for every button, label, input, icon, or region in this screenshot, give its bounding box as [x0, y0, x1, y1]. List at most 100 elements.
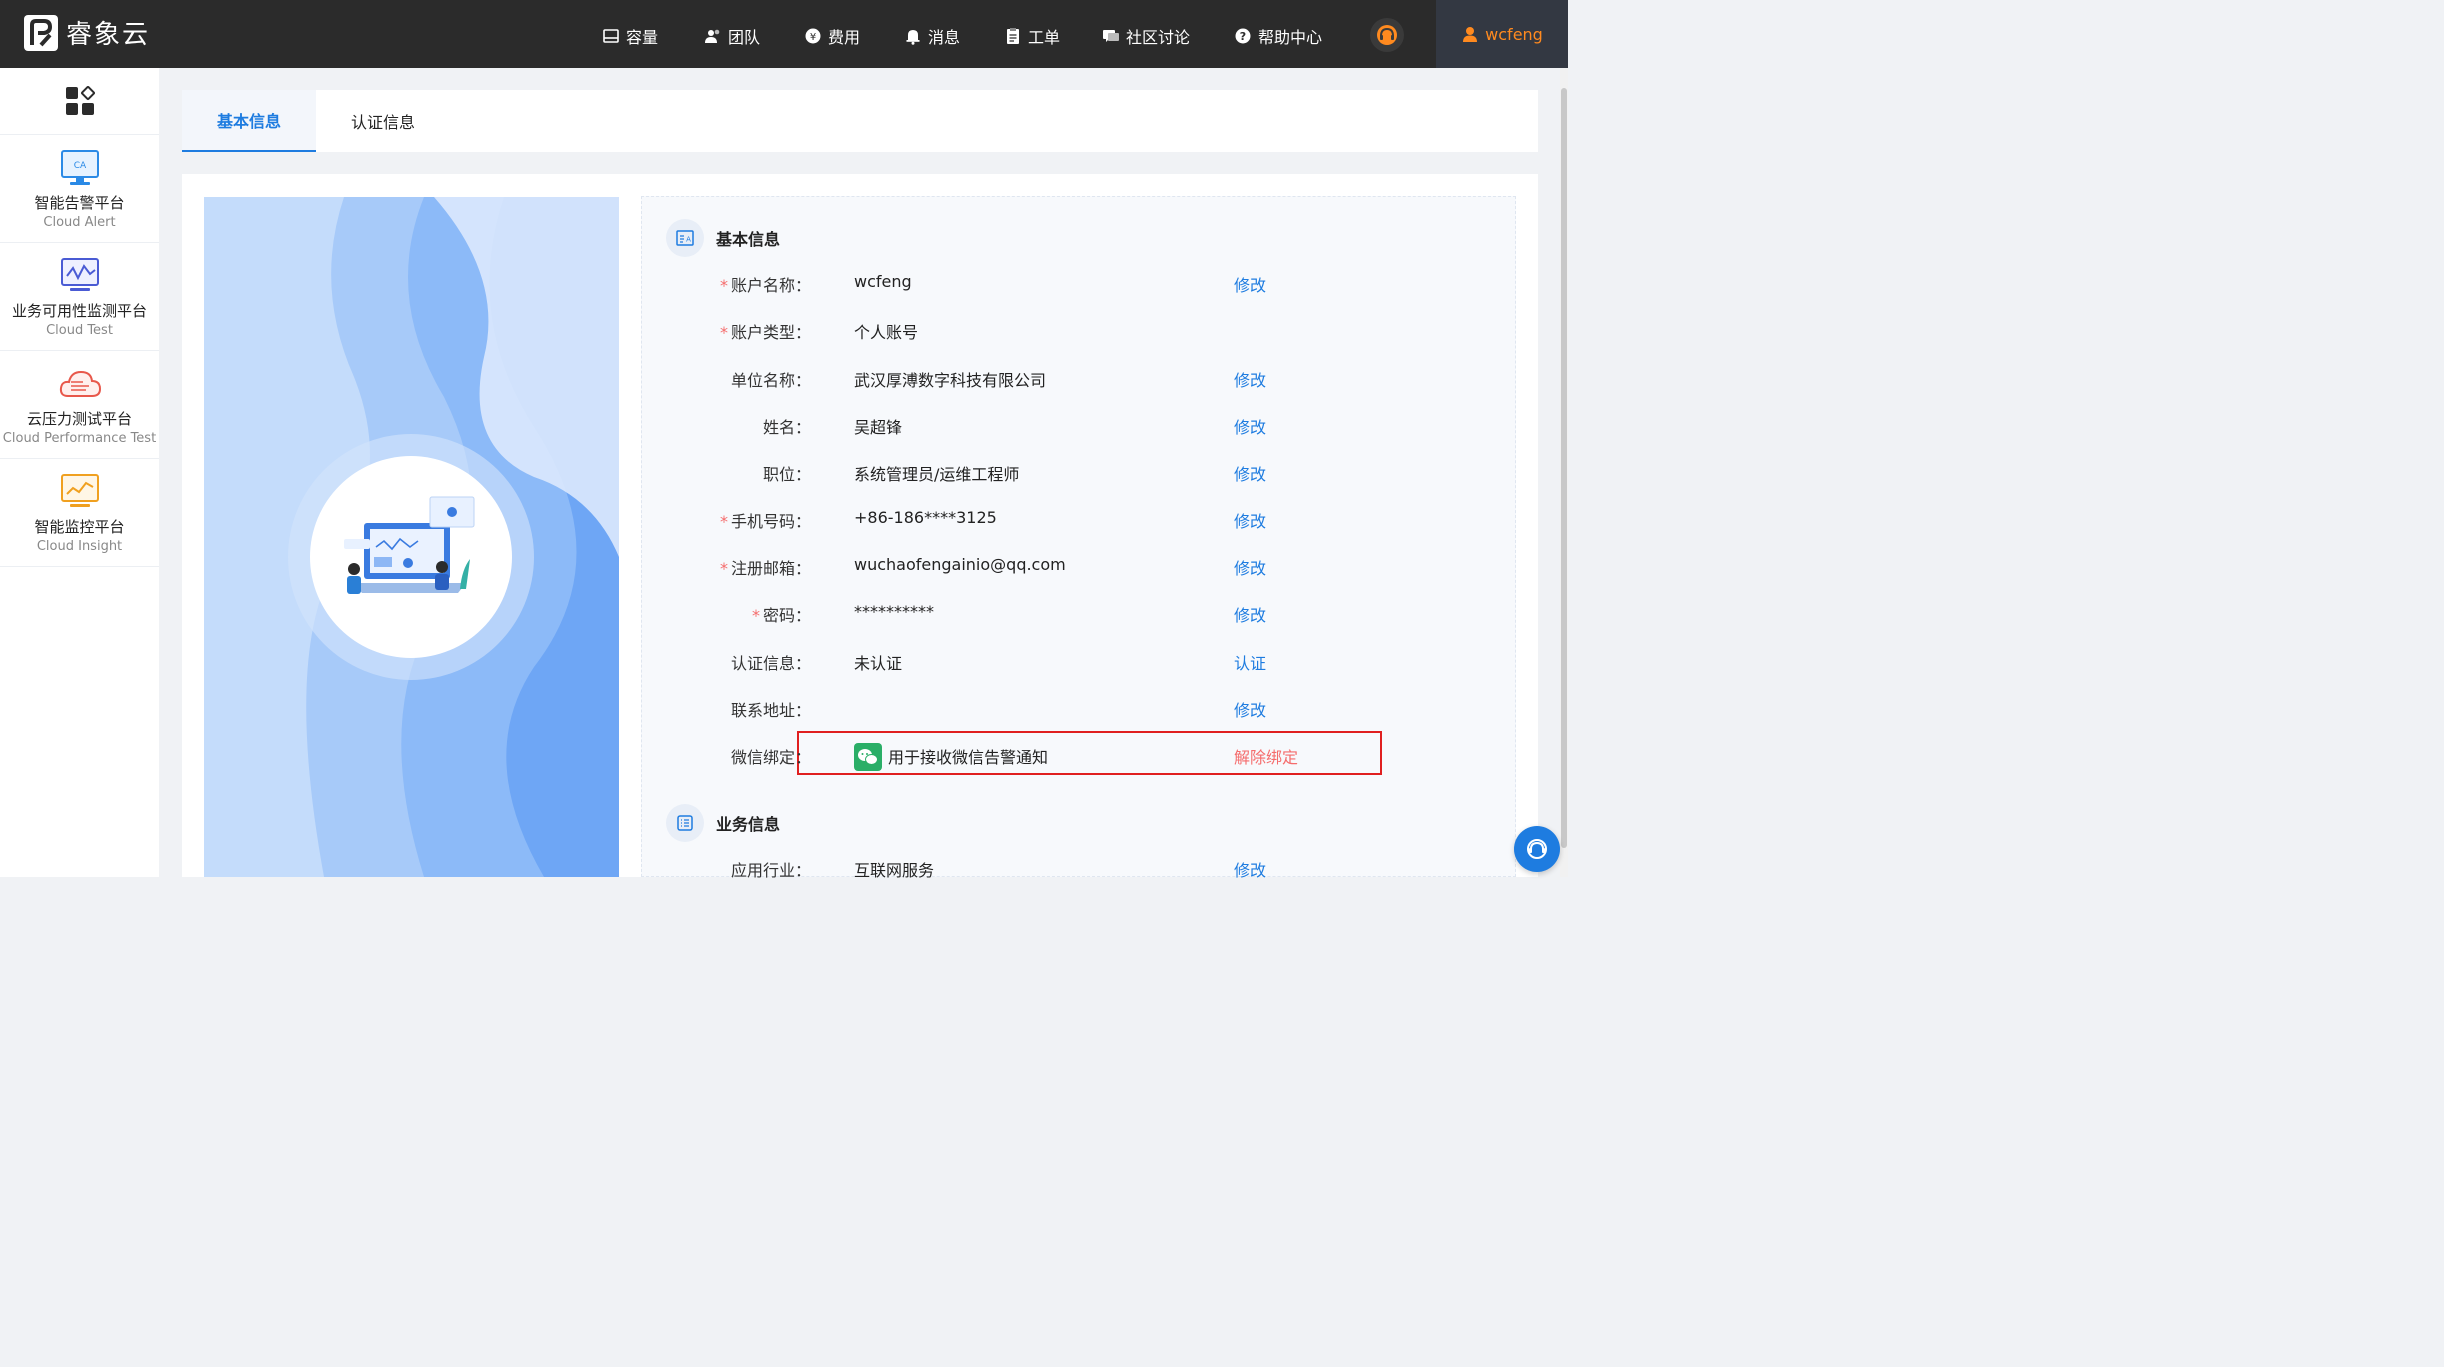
user-icon [1463, 27, 1478, 42]
required-mark: * [719, 559, 728, 578]
cost-icon: ¥ [805, 28, 821, 44]
sidebar-home[interactable] [0, 68, 159, 135]
nav-capacity[interactable]: 容量 [602, 24, 658, 48]
edit-email-link[interactable]: 修改 [1234, 555, 1266, 579]
edit-password-link[interactable]: 修改 [1234, 602, 1266, 626]
tab-bar: 基本信息 认证信息 [182, 90, 1538, 152]
nav-team[interactable]: 团队 [704, 24, 760, 48]
field-value: wuchaofengainio@qq.com [854, 555, 1066, 574]
required-mark: * [719, 512, 728, 531]
test-monitor-icon [60, 257, 99, 291]
field-row-address: 联系地址： 修改 [642, 687, 1517, 727]
team-icon [705, 29, 720, 43]
page-scrollbar[interactable] [1560, 68, 1568, 877]
field-value: 用于接收微信告警通知 [854, 742, 1048, 773]
field-label: 联系地址： [730, 701, 811, 720]
field-row-name: 姓名： 吴超锋 修改 [642, 404, 1517, 444]
performance-cloud-icon [59, 370, 101, 397]
edit-position-link[interactable]: 修改 [1234, 461, 1266, 485]
edit-industry-link[interactable]: 修改 [1234, 857, 1266, 881]
field-label: 微信绑定： [730, 748, 811, 767]
alert-monitor-icon: CA [60, 149, 99, 185]
sidebar-item-sublabel: Cloud Alert [43, 214, 116, 230]
field-label: 职位： [762, 465, 811, 484]
unbind-wechat-link[interactable]: 解除绑定 [1234, 744, 1298, 768]
edit-phone-link[interactable]: 修改 [1234, 508, 1266, 532]
required-mark: * [719, 276, 728, 295]
nav-messages[interactable]: 消息 [904, 24, 960, 48]
nav-help[interactable]: ? 帮助中心 [1234, 24, 1322, 48]
bell-icon [906, 30, 920, 45]
field-row-wechat: 微信绑定： 用于接收微信告警通知 解除绑定 [642, 734, 1517, 774]
sidebar-item-cloud-performance-test[interactable]: 云压力测试平台 Cloud Performance Test [0, 351, 159, 459]
business-info-section-title: 业务信息 [716, 815, 781, 834]
tab-basic-info[interactable]: 基本信息 [182, 90, 316, 152]
account-info-panel: A 基本信息 * 账户名称： wcfeng 修改 * 账户类型： 个人账号 单位名称… [641, 196, 1517, 880]
required-mark: * [751, 606, 760, 625]
chat-support-icon [1527, 839, 1547, 859]
nav-team-label: 团队 [728, 28, 761, 47]
field-row-company: 单位名称： 武汉厚溥数字科技有限公司 修改 [642, 357, 1517, 397]
field-value: 系统管理员/运维工程师 [854, 465, 1020, 484]
field-label: 姓名： [762, 418, 811, 437]
field-row-phone: * 手机号码： +86-186****3125 修改 [642, 498, 1517, 538]
svg-text:?: ? [1240, 30, 1246, 43]
edit-account-name-link[interactable]: 修改 [1234, 272, 1266, 296]
basic-info-section-header: A 基本信息 [666, 219, 780, 257]
discussion-icon [1103, 30, 1119, 42]
edit-name-link[interactable]: 修改 [1234, 414, 1266, 438]
scrollbar-thumb[interactable] [1561, 88, 1567, 848]
nav-messages-label: 消息 [928, 28, 961, 47]
field-value: 互联网服务 [854, 861, 935, 880]
edit-address-link[interactable]: 修改 [1234, 697, 1266, 721]
sidebar-item-label: 业务可用性监测平台 [11, 301, 147, 320]
floating-chat-button[interactable] [1514, 826, 1560, 872]
field-row-position: 职位： 系统管理员/运维工程师 修改 [642, 451, 1517, 491]
nav-cost[interactable]: ¥ 费用 [804, 24, 860, 48]
field-row-industry: 应用行业： 互联网服务 修改 [642, 847, 1517, 887]
brand-logo[interactable]: 睿象云 [24, 14, 150, 51]
sidebar-item-sublabel: Cloud Performance Test [2, 430, 157, 446]
nav-capacity-label: 容量 [626, 28, 659, 47]
brand-name: 睿象云 [66, 20, 151, 50]
sidebar-item-label: 智能告警平台 [34, 193, 125, 212]
svg-text:A: A [686, 236, 691, 244]
field-row-verification: 认证信息： 未认证 认证 [642, 640, 1517, 680]
nav-ticket[interactable]: 工单 [1004, 24, 1060, 48]
sidebar-item-cloud-alert[interactable]: CA 智能告警平台 Cloud Alert [0, 135, 159, 243]
svg-text:CA: CA [73, 161, 86, 171]
sidebar: CA 智能告警平台 Cloud Alert 业务可用性监测平台 Cloud Te… [0, 68, 159, 877]
edit-company-link[interactable]: 修改 [1234, 367, 1266, 391]
nav-discussion-label: 社区讨论 [1126, 28, 1191, 47]
basic-info-section-title: 基本信息 [716, 230, 781, 249]
wechat-icon [854, 742, 882, 771]
sidebar-item-cloud-test[interactable]: 业务可用性监测平台 Cloud Test [0, 243, 159, 351]
id-card-icon: A [666, 219, 704, 257]
sidebar-item-sublabel: Cloud Insight [36, 538, 123, 554]
sidebar-item-label: 云压力测试平台 [26, 409, 132, 428]
field-label: * 手机号码： [719, 512, 811, 531]
username: wcfeng [1485, 24, 1543, 44]
required-mark: * [719, 323, 728, 342]
logo-icon [24, 14, 58, 51]
field-label: * 账户类型： [719, 323, 811, 342]
field-value: 吴超锋 [854, 418, 903, 437]
user-menu[interactable]: wcfeng [1436, 0, 1568, 68]
field-label: 应用行业： [730, 861, 811, 880]
insight-monitor-icon [60, 473, 99, 507]
top-bar: 睿象云 容量 团队 ¥ 费用 消息 工单 社区讨论 ? 帮助中心 wcfeng [0, 0, 1568, 68]
svg-text:¥: ¥ [810, 32, 816, 43]
verify-link[interactable]: 认证 [1234, 650, 1266, 674]
sidebar-item-cloud-insight[interactable]: 智能监控平台 Cloud Insight [0, 459, 159, 567]
nav-discussion[interactable]: 社区讨论 [1102, 24, 1190, 48]
help-icon: ? [1235, 28, 1251, 44]
field-label: 单位名称： [730, 371, 811, 390]
field-value: 个人账号 [854, 323, 919, 342]
sidebar-item-label: 智能监控平台 [34, 517, 125, 536]
field-value: +86-186****3125 [854, 508, 997, 527]
profile-illustration [204, 197, 619, 877]
field-row-account-name: * 账户名称： wcfeng 修改 [642, 262, 1517, 302]
customer-service-button[interactable] [1370, 18, 1404, 52]
ticket-icon [1007, 28, 1019, 44]
tab-verification-info[interactable]: 认证信息 [316, 90, 450, 152]
